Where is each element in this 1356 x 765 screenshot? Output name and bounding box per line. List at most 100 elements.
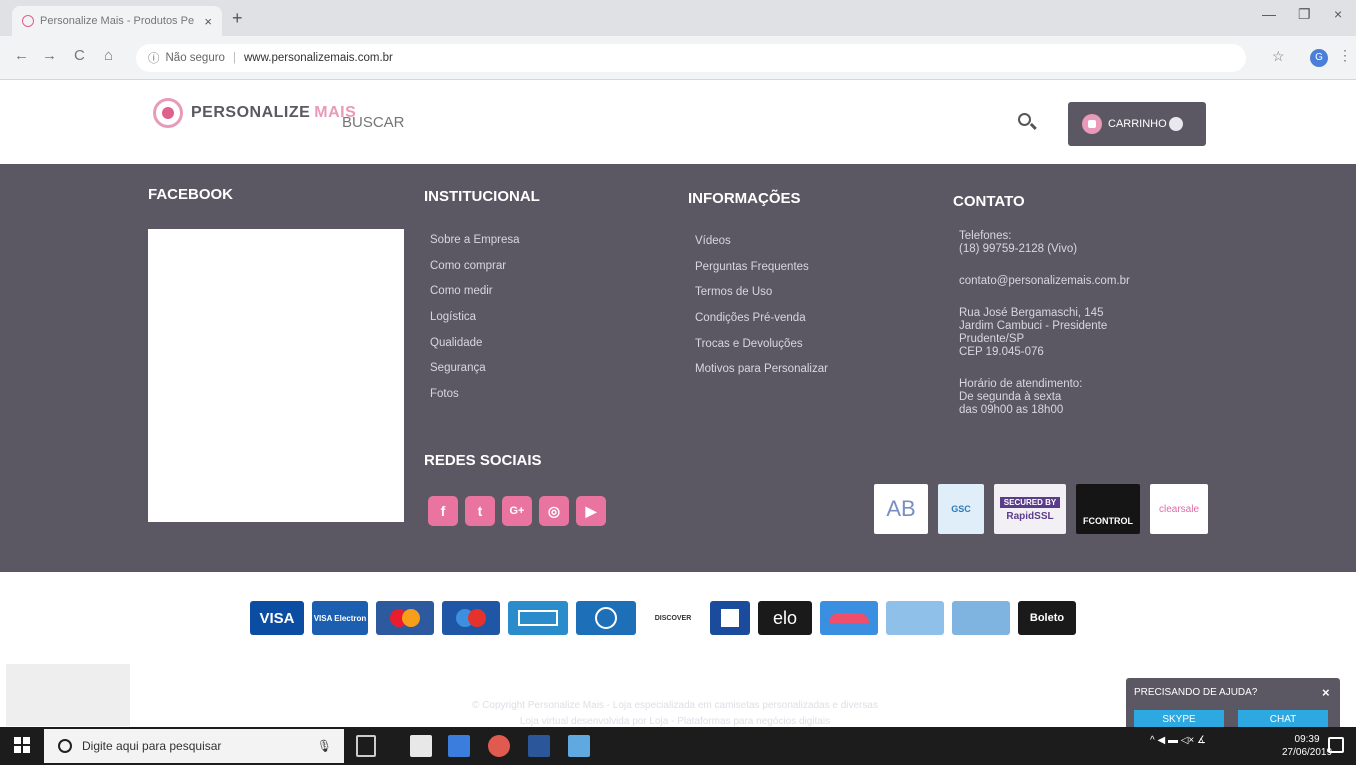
notification-center-icon[interactable]	[1328, 737, 1344, 753]
footer-link[interactable]: Sobre a Empresa	[430, 230, 520, 256]
cart-label: CARRINHO	[1108, 118, 1167, 130]
help-close-icon[interactable]: ×	[1322, 685, 1330, 700]
facebook-widget[interactable]	[148, 229, 404, 522]
footer-link[interactable]: Perguntas Frequentes	[695, 257, 828, 283]
rapidssl-label: RapidSSL	[1006, 510, 1054, 522]
youtube-icon[interactable]: ▶	[576, 496, 606, 526]
url-text[interactable]: www.personalizemais.com.br	[244, 52, 393, 64]
reload-button[interactable]: C	[74, 47, 85, 64]
windows-taskbar: Digite aqui para pesquisar 🎙 ^ ◀ ▬ ◁× ∡ …	[0, 727, 1356, 765]
aura-card-icon	[820, 601, 878, 635]
minimize-button[interactable]: —	[1262, 6, 1276, 22]
app-icon[interactable]	[568, 735, 590, 757]
favicon-icon	[22, 15, 34, 27]
twitter-icon[interactable]: t	[465, 496, 495, 526]
security-label: Não seguro	[165, 52, 225, 64]
clearsale-seal[interactable]: clearsale	[1150, 484, 1208, 534]
info-icon[interactable]: ⓘ	[148, 50, 160, 66]
search-icon[interactable]	[1016, 111, 1038, 133]
institucional-heading: INSTITUCIONAL	[424, 188, 540, 205]
browser-tab[interactable]: Personalize Mais - Produtos Pe ×	[12, 6, 222, 36]
url-bar[interactable]: ⓘ Não seguro | www.personalizemais.com.b…	[136, 44, 1246, 72]
taskbar-clock[interactable]: 09:39 27/06/2019	[1282, 733, 1332, 759]
search-input[interactable]	[340, 112, 1016, 132]
instagram-icon[interactable]: ◎	[539, 496, 569, 526]
footer-link[interactable]: Trocas e Devoluções	[695, 334, 828, 360]
security-seals: AB GSC SECURED BY RapidSSL FCONTROL clea…	[874, 484, 1208, 534]
logo-text-primary: PERSONALIZE	[191, 104, 311, 121]
hipercard-icon	[710, 601, 750, 635]
chrome-icon[interactable]	[488, 735, 510, 757]
search-bar	[340, 102, 1056, 142]
facebook-icon[interactable]: f	[428, 496, 458, 526]
copyright-text: © Copyright Personalize Mais - Loja espe…	[360, 698, 990, 730]
contato-heading: CONTATO	[953, 193, 1025, 210]
new-tab-button[interactable]: +	[232, 8, 243, 29]
maximize-button[interactable]: ❐	[1298, 6, 1311, 23]
footer-link[interactable]: Logística	[430, 307, 520, 333]
footer-link[interactable]: Motivos para Personalizar	[695, 359, 828, 385]
diners-club-card-icon	[576, 601, 636, 635]
gsc-seal[interactable]: GSC	[938, 484, 984, 534]
bookmark-star-icon[interactable]: ☆	[1272, 48, 1285, 65]
maestro-card-icon	[442, 601, 500, 635]
bank-deposit-icon	[952, 601, 1010, 635]
taskbar-search[interactable]: Digite aqui para pesquisar 🎙	[44, 729, 344, 763]
logo-mark-icon	[153, 98, 183, 128]
footer-link[interactable]: Como medir	[430, 281, 520, 307]
site-header: PERSONALIZE MAIS CARRINHO	[0, 80, 1356, 164]
cart-button[interactable]: CARRINHO	[1068, 102, 1206, 146]
footer-gray-block	[6, 664, 130, 726]
institucional-links: Sobre a Empresa Como comprar Como medir …	[430, 230, 520, 410]
address-line: Rua José Bergamaschi, 145	[959, 307, 1104, 319]
file-explorer-icon[interactable]	[448, 735, 470, 757]
profile-avatar[interactable]: G	[1310, 49, 1328, 67]
contact-info: Telefones: (18) 99759-2128 (Vivo) contat…	[959, 230, 1189, 417]
hours-label: Horário de atendimento:	[959, 378, 1083, 390]
clock-time: 09:39	[1294, 734, 1320, 745]
phone-number: (18) 99759-2128 (Vivo)	[959, 243, 1078, 255]
task-view-icon[interactable]	[356, 735, 376, 757]
boleto-icon: Boleto	[1018, 601, 1076, 635]
system-tray[interactable]: ^ ◀ ▬ ◁× ∡	[1150, 735, 1206, 746]
footer-link[interactable]: Termos de Uso	[695, 282, 828, 308]
hours-line: das 09h00 as 18h00	[959, 404, 1064, 416]
rapidssl-top-label: SECURED BY	[999, 496, 1061, 508]
home-button[interactable]: ⌂	[104, 47, 113, 64]
forward-button[interactable]: →	[42, 47, 57, 64]
discover-card-icon: DISCOVER	[644, 601, 702, 635]
taskbar-search-text: Digite aqui para pesquisar	[82, 739, 222, 753]
window-close-button[interactable]: ×	[1334, 6, 1342, 22]
informacoes-heading: INFORMAÇÕES	[688, 190, 801, 207]
shopping-bag-icon	[1082, 114, 1102, 134]
footer-link[interactable]: Condições Pré-venda	[695, 308, 828, 334]
ab-seal[interactable]: AB	[874, 484, 928, 534]
american-express-card-icon	[508, 601, 568, 635]
back-button[interactable]: ←	[14, 47, 29, 64]
footer-link[interactable]: Segurança	[430, 358, 520, 384]
google-plus-icon[interactable]: G+	[502, 496, 532, 526]
cortana-icon	[58, 739, 72, 753]
elo-card-icon: elo	[758, 601, 812, 635]
contact-email[interactable]: contato@personalizemais.com.br	[959, 275, 1189, 288]
visa-card-icon: VISA	[250, 601, 304, 635]
windows-start-icon[interactable]	[14, 737, 30, 753]
redes-sociais-heading: REDES SOCIAIS	[424, 452, 542, 469]
footer-link[interactable]: Vídeos	[695, 231, 828, 257]
footer-link[interactable]: Como comprar	[430, 256, 520, 282]
footer-link[interactable]: Fotos	[430, 384, 520, 410]
social-icons: f t G+ ◎ ▶	[428, 496, 606, 526]
footer-link[interactable]: Qualidade	[430, 333, 520, 359]
payment-methods: VISA VISA Electron DISCOVER elo Boleto	[250, 601, 1076, 635]
photos-app-icon[interactable]	[410, 735, 432, 757]
site-footer: FACEBOOK INSTITUCIONAL Sobre a Empresa C…	[0, 164, 1356, 572]
word-icon[interactable]	[528, 735, 550, 757]
microphone-icon[interactable]: 🎙	[317, 739, 332, 753]
site-logo[interactable]: PERSONALIZE MAIS	[153, 98, 356, 128]
tab-close-icon[interactable]: ×	[204, 14, 212, 29]
browser-tab-bar: Personalize Mais - Produtos Pe × + — ❐ ×	[0, 0, 1356, 36]
browser-menu-icon[interactable]: ⋮	[1338, 47, 1352, 64]
copyright-line: © Copyright Personalize Mais - Loja espe…	[472, 700, 878, 711]
rapidssl-seal[interactable]: SECURED BY RapidSSL	[994, 484, 1066, 534]
fcontrol-seal[interactable]: FCONTROL	[1076, 484, 1140, 534]
